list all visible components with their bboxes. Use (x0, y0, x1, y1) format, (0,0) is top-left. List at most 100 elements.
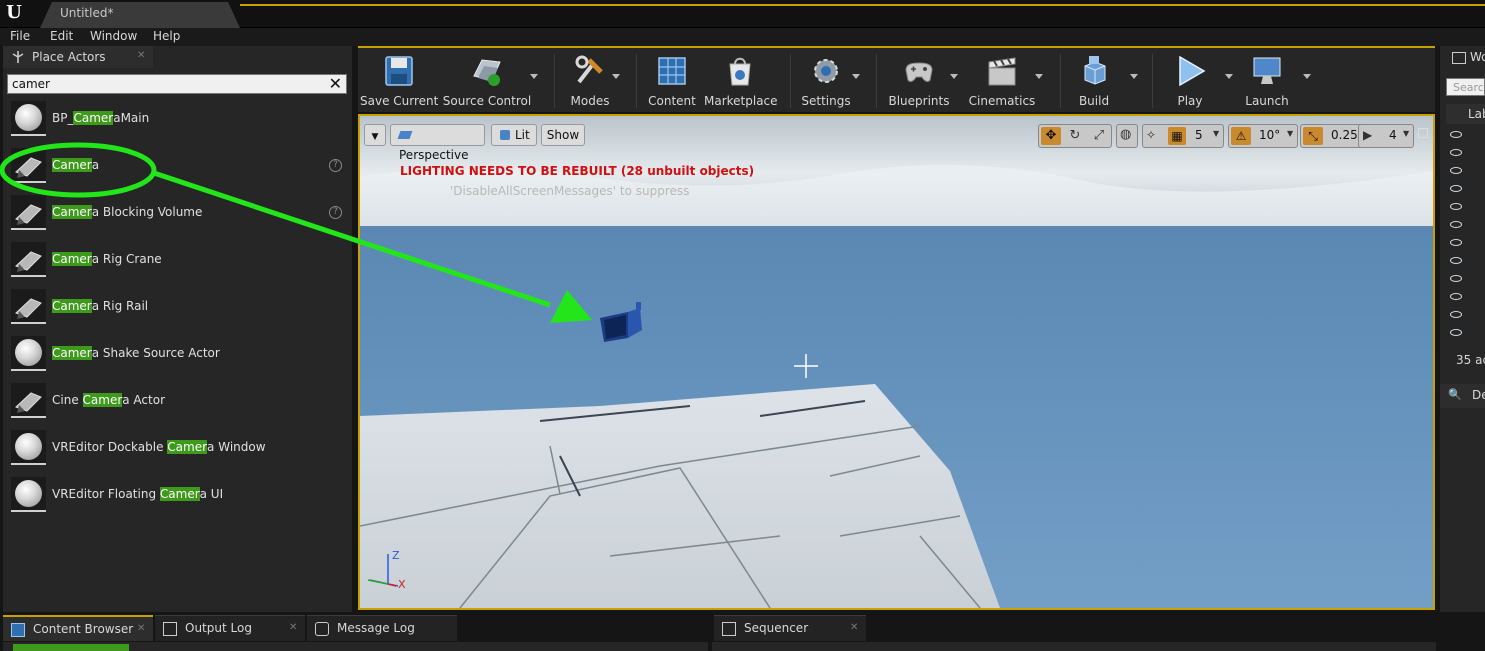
actor-name-prefix: VREditor Dockable (52, 440, 168, 454)
actor-thumbnail-graphic (15, 204, 42, 225)
chevron-down-icon[interactable]: ▼ (1287, 129, 1293, 138)
menu-help[interactable]: Help (153, 29, 180, 43)
rotate-tool-icon[interactable]: ↻ (1065, 127, 1085, 145)
chevron-down-icon[interactable] (950, 74, 958, 79)
sphere-icon (15, 480, 42, 507)
grid-snap-value[interactable]: 5 (1195, 128, 1203, 142)
details-tab[interactable]: 🔍 De (1440, 384, 1485, 408)
menu-file[interactable]: File (10, 29, 30, 43)
rotation-snap-value[interactable]: 10° (1259, 128, 1280, 142)
move-tool-icon[interactable]: ✥ (1041, 127, 1061, 145)
close-icon[interactable]: ✕ (289, 622, 297, 633)
visibility-eye-icon[interactable] (1450, 311, 1462, 318)
cinematics-button[interactable]: Cinematics (966, 50, 1038, 112)
active-window-border (240, 4, 1485, 28)
place-actors-tab[interactable]: Place Actors ✕ (3, 46, 153, 68)
visibility-eye-icon[interactable] (1450, 257, 1462, 264)
actor-list-item[interactable]: Camera Rig Rail (9, 286, 347, 328)
tab-content-browser[interactable]: Content Browser ✕ (3, 615, 153, 641)
chevron-down-icon[interactable] (852, 74, 860, 79)
content-button[interactable]: Content (646, 50, 698, 112)
unreal-logo-icon[interactable]: U (4, 3, 24, 23)
scale-tool-icon[interactable]: ⤢ (1089, 127, 1109, 145)
build-button[interactable]: Build (1068, 50, 1120, 112)
marketplace-label: Marketplace (704, 94, 778, 108)
visibility-eye-icon[interactable] (1450, 203, 1462, 210)
view-mode-lit-button[interactable]: Lit (491, 124, 537, 146)
tab-output-log[interactable]: Output Log ✕ (155, 615, 305, 641)
menu-edit[interactable]: Edit (50, 29, 73, 43)
add-new-button[interactable] (13, 644, 129, 651)
actor-list-item[interactable]: Camera? (9, 145, 347, 187)
visibility-eye-icon[interactable] (1450, 149, 1462, 156)
launch-button[interactable]: Launch (1238, 50, 1296, 112)
close-icon[interactable]: ✕ (137, 623, 145, 634)
visibility-eye-icon[interactable] (1450, 167, 1462, 174)
chevron-down-icon[interactable] (1130, 74, 1138, 79)
camera-speed-icon[interactable]: ▶ (1363, 128, 1372, 142)
marketplace-button[interactable]: Marketplace (704, 50, 778, 112)
help-icon[interactable]: ? (329, 159, 342, 172)
tab-message-log[interactable]: Message Log (307, 615, 457, 641)
actor-search-field[interactable]: ✕ (7, 74, 347, 94)
blueprints-button[interactable]: Blueprints (884, 50, 954, 112)
outliner-search-input[interactable]: Search (1446, 78, 1485, 96)
grid-snap-icon[interactable]: ▦ (1168, 127, 1186, 145)
actor-name-suffix: aMain (113, 111, 150, 125)
show-label: Show (546, 128, 580, 142)
actor-list-item[interactable]: VREditor Dockable Camera Window (9, 427, 347, 469)
actor-list-item[interactable]: Cine Camera Actor (9, 380, 347, 422)
chevron-down-icon[interactable] (1303, 74, 1311, 79)
scale-snap-icon[interactable]: ⤡ (1303, 127, 1323, 145)
close-icon[interactable]: ✕ (850, 622, 858, 633)
actor-list-item[interactable]: Camera Shake Source Actor (9, 333, 347, 375)
settings-button[interactable]: Settings (798, 50, 854, 112)
level-document-tab[interactable]: Untitled* (40, 2, 240, 28)
perspective-button[interactable]: Perspective (390, 124, 485, 162)
visibility-eye-icon[interactable] (1450, 131, 1462, 138)
chevron-down-icon[interactable] (612, 74, 620, 79)
menu-window[interactable]: Window (90, 29, 137, 43)
close-icon[interactable]: ✕ (137, 50, 145, 61)
level-viewport[interactable]: ▼ Perspective Lit Show ✥ ↻ ⤢ ◍ ✧ ▦ 5 ▼ ⚠… (358, 114, 1435, 610)
viewport-options-button[interactable]: ▼ (364, 124, 386, 146)
maximize-viewport-icon[interactable] (1418, 128, 1428, 138)
chevron-down-icon[interactable] (1225, 74, 1233, 79)
source-control-button[interactable]: Source Control (442, 50, 532, 112)
visibility-eye-icon[interactable] (1450, 221, 1462, 228)
play-button[interactable]: Play (1162, 50, 1218, 112)
scale-snap-value[interactable]: 0.25 (1331, 128, 1358, 142)
tab-sequencer[interactable]: Sequencer ✕ (714, 615, 866, 641)
actor-name: Camera Rig Rail (52, 299, 148, 313)
visibility-eye-icon[interactable] (1450, 185, 1462, 192)
clear-search-icon[interactable]: ✕ (329, 75, 342, 93)
world-outliner-panel: Wo Search Lab 35 ac 🔍 De (1440, 46, 1485, 651)
help-icon[interactable]: ? (329, 206, 342, 219)
actor-search-input[interactable] (8, 75, 308, 93)
title-bar: U Untitled* (0, 0, 1485, 28)
chevron-down-icon[interactable]: ▼ (1213, 129, 1219, 138)
visibility-eye-icon[interactable] (1450, 275, 1462, 282)
modes-button[interactable]: Modes (562, 50, 618, 112)
visibility-eye-icon[interactable] (1450, 239, 1462, 246)
chevron-down-icon[interactable]: ▼ (1403, 129, 1409, 138)
surface-snap-icon[interactable]: ✧ (1146, 128, 1156, 142)
actor-list-item[interactable]: Camera Blocking Volume? (9, 192, 347, 234)
visibility-eye-icon[interactable] (1450, 329, 1462, 336)
actor-list-item[interactable]: BP_CameraMain (9, 98, 347, 140)
actor-thumbnail-graphic (15, 157, 42, 178)
outliner-tab-label[interactable]: Wo (1470, 50, 1485, 64)
show-flags-button[interactable]: Show (541, 124, 585, 146)
camera-speed-value[interactable]: 4 (1389, 128, 1397, 142)
save-current-button[interactable]: Save Current (360, 50, 438, 112)
chevron-down-icon[interactable] (1035, 74, 1043, 79)
actor-list-item[interactable]: VREditor Floating Camera UI (9, 474, 347, 516)
sequencer-label: Sequencer (744, 621, 809, 635)
outliner-column-header[interactable]: Lab (1446, 104, 1485, 124)
actor-list-item[interactable]: Camera Rig Crane (9, 239, 347, 281)
world-local-toggle[interactable]: ◍ (1116, 124, 1138, 148)
visibility-eye-icon[interactable] (1450, 293, 1462, 300)
modes-label: Modes (570, 94, 610, 108)
chevron-down-icon[interactable] (530, 74, 538, 79)
rotation-snap-icon[interactable]: ⚠ (1231, 127, 1251, 145)
